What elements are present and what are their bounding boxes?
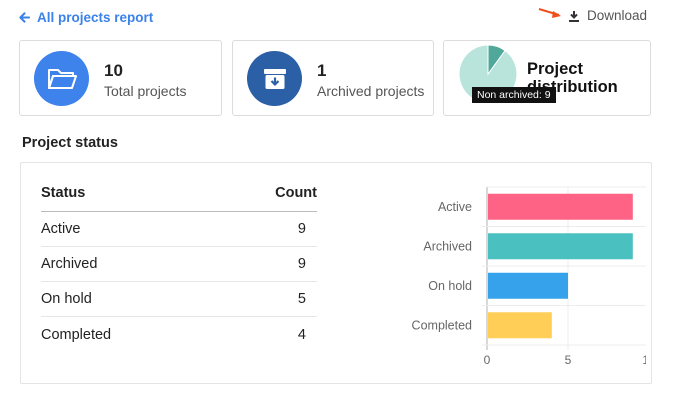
row-status: Active bbox=[41, 221, 81, 237]
header-status: Status bbox=[41, 185, 86, 201]
total-projects-label: Total projects bbox=[104, 83, 187, 99]
row-count: 5 bbox=[297, 291, 306, 307]
archived-projects-label: Archived projects bbox=[317, 83, 425, 99]
table-row: Active 9 bbox=[41, 212, 317, 247]
table-header-row: Status Count bbox=[41, 185, 317, 212]
pie-tooltip: Non archived: 9 bbox=[472, 87, 556, 103]
table-row: On hold 5 bbox=[41, 282, 317, 317]
table-row: Archived 9 bbox=[41, 247, 317, 282]
x-tick-label: 5 bbox=[565, 353, 572, 367]
y-tick-label: On hold bbox=[428, 279, 472, 293]
folder-icon bbox=[34, 51, 89, 106]
status-bar-chart: 0 5 10 Active Archived On hold Completed bbox=[412, 186, 646, 367]
section-title: Project status bbox=[22, 135, 118, 151]
bar-active[interactable] bbox=[488, 193, 633, 220]
x-tick-label: 10 bbox=[642, 353, 646, 367]
y-tick-label: Active bbox=[438, 200, 472, 214]
download-label: Download bbox=[587, 8, 648, 23]
y-tick-label: Completed bbox=[412, 318, 472, 332]
x-tick-label: 0 bbox=[484, 353, 491, 367]
bar-on-hold[interactable] bbox=[488, 272, 568, 299]
archive-box-icon bbox=[247, 51, 302, 106]
download-button[interactable]: Download bbox=[568, 8, 647, 23]
back-link-label: All projects report bbox=[37, 10, 154, 25]
bar-completed[interactable] bbox=[488, 312, 552, 339]
back-link[interactable]: All projects report bbox=[19, 10, 153, 25]
row-count: 9 bbox=[297, 256, 306, 272]
download-icon bbox=[569, 10, 579, 22]
status-table: Status Count Active 9 Archived 9 On hold… bbox=[41, 185, 317, 352]
total-projects-card: 10 Total projects bbox=[19, 40, 222, 116]
table-row: Completed 4 bbox=[41, 317, 317, 352]
arrow-left-icon bbox=[19, 12, 30, 23]
row-count: 4 bbox=[297, 326, 306, 343]
y-tick-label: Archived bbox=[423, 239, 472, 253]
row-count: 9 bbox=[297, 221, 306, 237]
archived-projects-card: 1 Archived projects bbox=[232, 40, 434, 116]
archived-projects-value: 1 bbox=[317, 61, 327, 80]
total-projects-value: 10 bbox=[104, 61, 123, 80]
project-distribution-card: Project distribution Non archived: 9 bbox=[443, 40, 651, 116]
row-status: Completed bbox=[41, 326, 112, 343]
annotation-arrow-icon bbox=[538, 8, 561, 18]
row-status: On hold bbox=[41, 291, 92, 307]
project-status-panel: Status Count Active 9 Archived 9 On hold… bbox=[20, 162, 652, 384]
row-status: Archived bbox=[41, 256, 98, 272]
bar-archived[interactable] bbox=[488, 233, 633, 260]
header-count: Count bbox=[275, 185, 317, 201]
